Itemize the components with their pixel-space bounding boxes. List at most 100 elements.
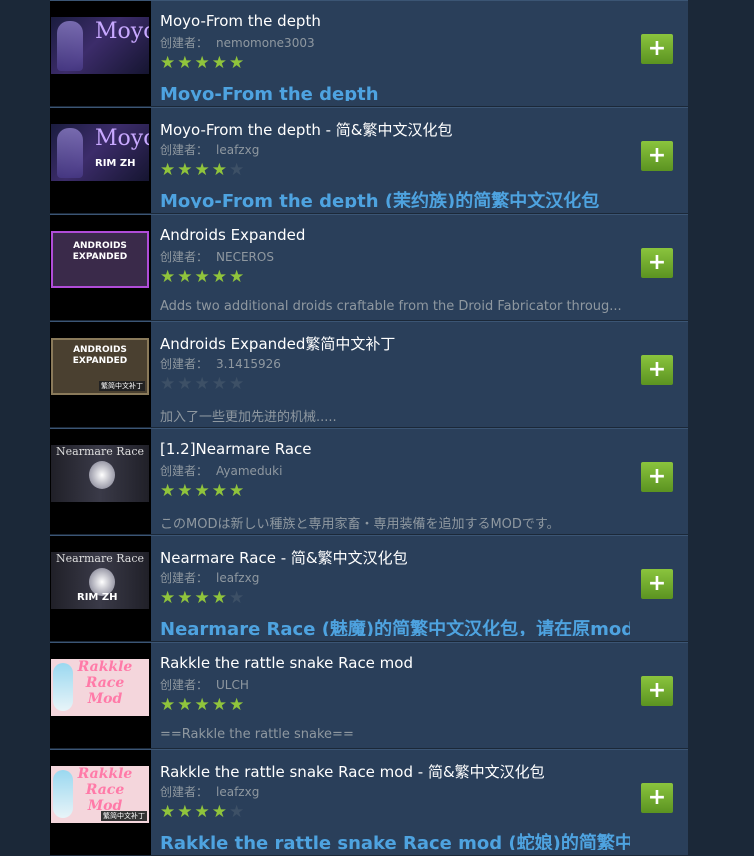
creator-label: 创建者： bbox=[160, 678, 209, 692]
item-thumbnail[interactable]: ANDROIDS EXPANDED bbox=[51, 231, 149, 288]
creator-label: 创建者： bbox=[160, 464, 209, 478]
star-icon: ★ bbox=[194, 267, 212, 287]
item-thumbnail[interactable]: MoyoRIM ZH bbox=[51, 124, 149, 181]
item-description: このMODは新しい種族と専用家畜・専用装備を追加するMODです。 bbox=[160, 517, 560, 532]
star-icon: ★ bbox=[177, 695, 195, 715]
rating-stars: ★★★★★ bbox=[160, 695, 246, 715]
item-thumbnail[interactable]: Rakkle Race Mod 繁简中文补丁 bbox=[51, 766, 149, 823]
creator-label: 创建者： bbox=[160, 143, 209, 157]
star-icon: ★ bbox=[229, 481, 247, 501]
star-icon: ★ bbox=[160, 160, 178, 180]
item-thumbnail-frame[interactable]: Moyo bbox=[50, 1, 151, 106]
star-icon: ★ bbox=[211, 53, 229, 73]
item-title[interactable]: Androids Expanded繁简中文补丁 bbox=[160, 333, 630, 354]
rating-stars: ★★★★★ bbox=[160, 374, 246, 394]
item-thumbnail-frame[interactable]: Nearmare Race bbox=[50, 429, 151, 534]
item-title[interactable]: Moyo-From the depth bbox=[160, 12, 630, 30]
item-thumbnail-frame[interactable]: ANDROIDS EXPANDED 繁简中文补丁 bbox=[50, 322, 151, 427]
add-item-button[interactable]: + bbox=[641, 676, 673, 706]
star-icon: ★ bbox=[211, 695, 229, 715]
creator-label: 创建者： bbox=[160, 357, 209, 371]
workshop-item[interactable]: MoyoRIM ZH Moyo-From the depth - 简&繁中文汉化包… bbox=[50, 107, 688, 213]
add-item-button[interactable]: + bbox=[641, 141, 673, 171]
star-icon: ★ bbox=[160, 802, 178, 822]
workshop-item[interactable]: Nearmare Race RIM ZH Nearmare Race - 简&繁中文… bbox=[50, 535, 688, 641]
creator-label: 创建者： bbox=[160, 250, 209, 264]
item-description: Moyo-From the depth (茉约族)的简繁中文汉化包 bbox=[160, 191, 600, 208]
star-icon: ★ bbox=[194, 802, 212, 822]
creator-label: 创建者： bbox=[160, 785, 209, 799]
add-item-button[interactable]: + bbox=[641, 248, 673, 278]
item-author: 创建者： leafzxg bbox=[160, 783, 259, 800]
item-thumbnail[interactable]: Nearmare Race bbox=[51, 445, 149, 502]
creator-label: 创建者： bbox=[160, 36, 209, 50]
item-author: 创建者： leafzxg bbox=[160, 569, 259, 586]
star-icon: ★ bbox=[211, 588, 229, 608]
author-name[interactable]: ULCH bbox=[216, 678, 249, 692]
item-thumbnail[interactable]: ANDROIDS EXPANDED 繁简中文补丁 bbox=[51, 338, 149, 395]
add-item-button[interactable]: + bbox=[641, 569, 673, 599]
item-description: Adds two additional droids craftable fro… bbox=[160, 299, 622, 314]
item-thumbnail[interactable]: Rakkle Race Mod bbox=[51, 659, 149, 716]
author-name[interactable]: 3.1415926 bbox=[216, 357, 281, 371]
item-title[interactable]: Nearmare Race - 简&繁中文汉化包 bbox=[160, 547, 630, 568]
item-thumbnail[interactable]: Moyo bbox=[51, 17, 149, 74]
add-item-button[interactable]: + bbox=[641, 34, 673, 64]
star-icon: ★ bbox=[194, 588, 212, 608]
author-name[interactable]: leafzxg bbox=[216, 571, 259, 585]
item-title[interactable]: Rakkle the rattle snake Race mod - 简&繁中文… bbox=[160, 761, 630, 782]
item-author: 创建者： NECEROS bbox=[160, 248, 274, 265]
workshop-item[interactable]: Nearmare Race [1.2]Nearmare Race 创建者： Ayame… bbox=[50, 428, 688, 534]
item-title[interactable]: [1.2]Nearmare Race bbox=[160, 440, 630, 458]
add-item-button[interactable]: + bbox=[641, 462, 673, 492]
item-author: 创建者： 3.1415926 bbox=[160, 355, 281, 372]
author-name[interactable]: nemomone3003 bbox=[216, 36, 315, 50]
star-icon: ★ bbox=[194, 160, 212, 180]
star-icon: ★ bbox=[160, 53, 178, 73]
workshop-item[interactable]: Moyo Moyo-From the depth 创建者： nemomone3003 ★… bbox=[50, 0, 688, 106]
star-icon: ★ bbox=[177, 53, 195, 73]
star-icon: ★ bbox=[229, 374, 247, 394]
star-icon: ★ bbox=[160, 374, 178, 394]
star-icon: ★ bbox=[211, 160, 229, 180]
star-icon: ★ bbox=[194, 481, 212, 501]
item-title[interactable]: Moyo-From the depth - 简&繁中文汉化包 bbox=[160, 119, 630, 140]
add-item-button[interactable]: + bbox=[641, 783, 673, 813]
item-thumbnail[interactable]: Nearmare Race RIM ZH bbox=[51, 552, 149, 609]
star-icon: ★ bbox=[211, 267, 229, 287]
workshop-item[interactable]: ANDROIDS EXPANDED 繁简中文补丁 Androids Expanded繁… bbox=[50, 321, 688, 427]
author-name[interactable]: Ayameduki bbox=[216, 464, 282, 478]
workshop-item[interactable]: ANDROIDS EXPANDED Androids Expanded 创建者： NEC… bbox=[50, 214, 688, 320]
item-description: Moyo-From the depth bbox=[160, 84, 379, 101]
workshop-item[interactable]: Rakkle Race Mod Rakkle the rattle snake Rac… bbox=[50, 642, 688, 748]
item-description: Nearmare Race (魅魔)的简繁中文汉化包，请在原mod bbox=[160, 619, 630, 636]
item-title[interactable]: Rakkle the rattle snake Race mod bbox=[160, 654, 630, 672]
item-thumbnail-frame[interactable]: MoyoRIM ZH bbox=[50, 108, 151, 213]
workshop-item[interactable]: Rakkle Race Mod 繁简中文补丁 Rakkle the rattle sna… bbox=[50, 749, 688, 855]
star-icon: ★ bbox=[177, 374, 195, 394]
star-icon: ★ bbox=[229, 53, 247, 73]
item-thumbnail-frame[interactable]: Rakkle Race Mod bbox=[50, 643, 151, 748]
author-name[interactable]: leafzxg bbox=[216, 785, 259, 799]
rating-stars: ★★★★★ bbox=[160, 53, 246, 73]
star-icon: ★ bbox=[194, 53, 212, 73]
star-icon: ★ bbox=[211, 802, 229, 822]
star-icon: ★ bbox=[177, 481, 195, 501]
star-icon: ★ bbox=[211, 481, 229, 501]
item-thumbnail-frame[interactable]: ANDROIDS EXPANDED bbox=[50, 215, 151, 320]
rating-stars: ★★★★★ bbox=[160, 802, 246, 822]
creator-label: 创建者： bbox=[160, 571, 209, 585]
star-icon: ★ bbox=[160, 481, 178, 501]
star-icon: ★ bbox=[194, 374, 212, 394]
item-thumbnail-frame[interactable]: Nearmare Race RIM ZH bbox=[50, 536, 151, 641]
star-icon: ★ bbox=[177, 267, 195, 287]
author-name[interactable]: leafzxg bbox=[216, 143, 259, 157]
item-author: 创建者： leafzxg bbox=[160, 141, 259, 158]
item-title[interactable]: Androids Expanded bbox=[160, 226, 630, 244]
star-icon: ★ bbox=[160, 588, 178, 608]
author-name[interactable]: NECEROS bbox=[216, 250, 274, 264]
item-thumbnail-frame[interactable]: Rakkle Race Mod 繁简中文补丁 bbox=[50, 750, 151, 855]
star-icon: ★ bbox=[177, 160, 195, 180]
item-author: 创建者： nemomone3003 bbox=[160, 34, 315, 51]
add-item-button[interactable]: + bbox=[641, 355, 673, 385]
